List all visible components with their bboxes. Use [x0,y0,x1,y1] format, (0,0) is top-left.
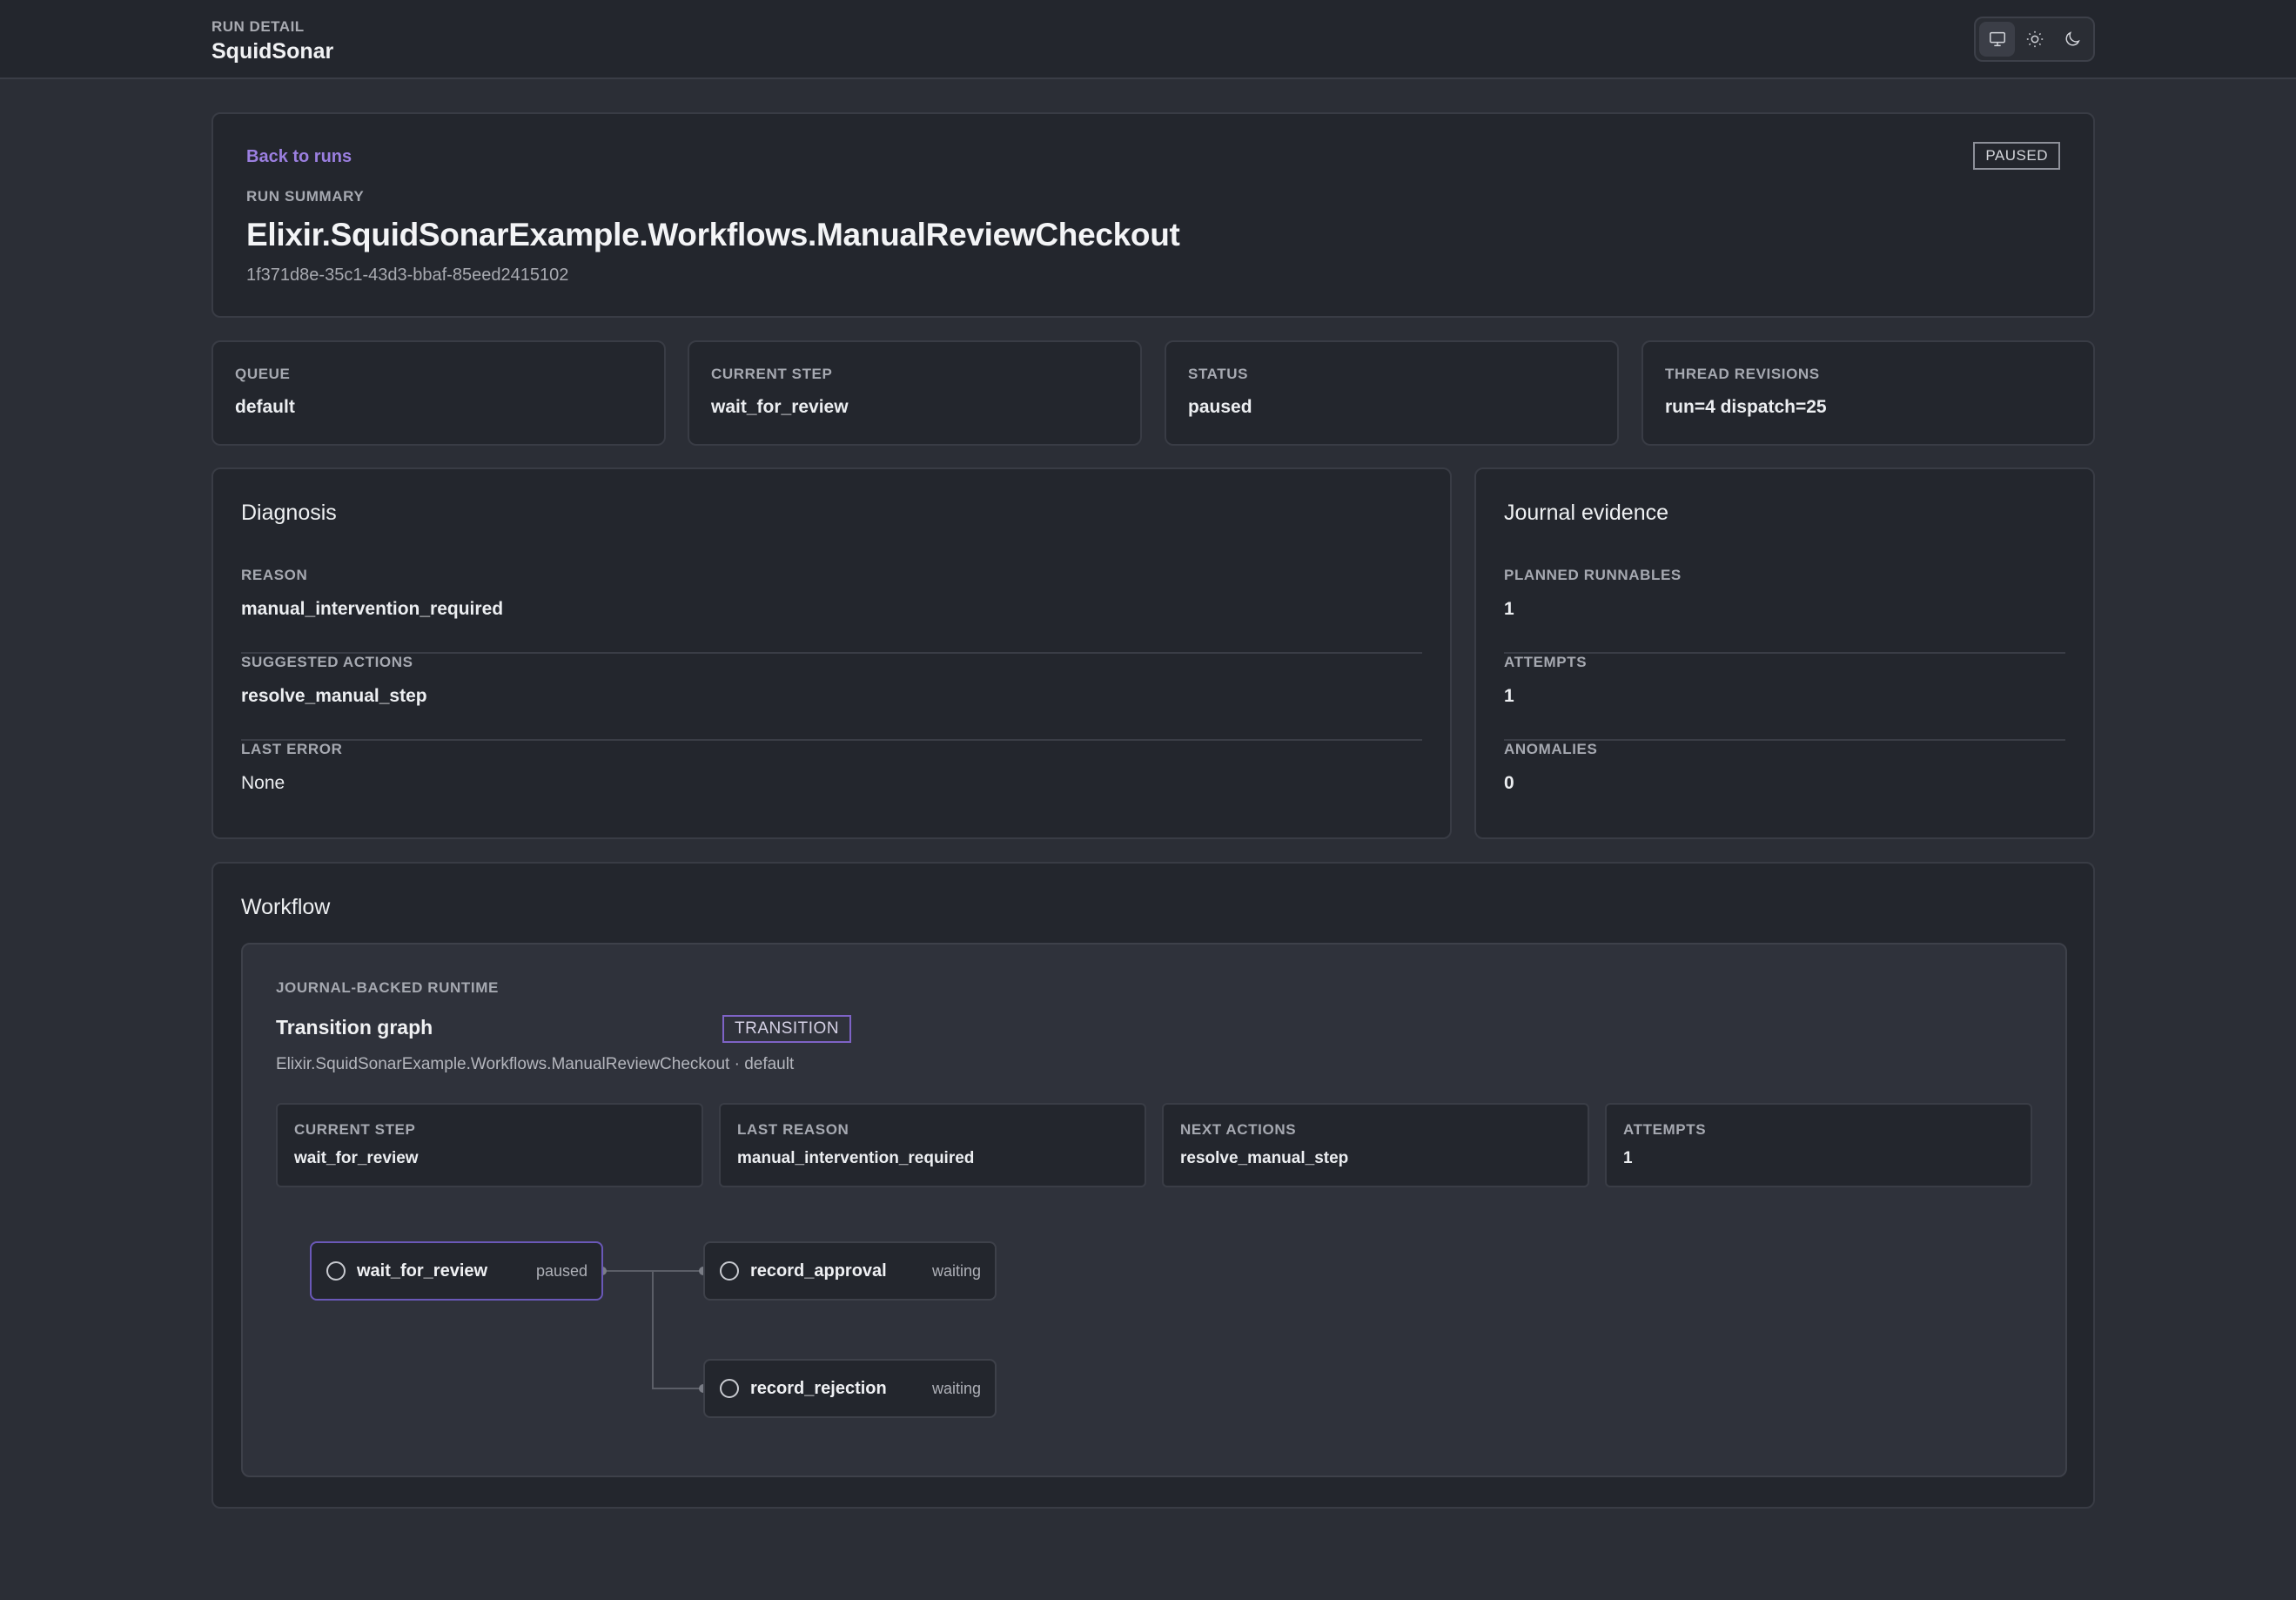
diagnosis-suggested-actions: SUGGESTED ACTIONS resolve_manual_step [241,654,1422,741]
field-value: None [241,773,285,793]
stat-value: default [235,397,295,417]
step-status-icon [326,1261,346,1281]
journal-evidence-card: Journal evidence PLANNED RUNNABLES 1 ATT… [1474,467,2095,839]
field-label: LAST ERROR [241,741,343,757]
node-name: record_rejection [750,1378,887,1398]
stat-label: QUEUE [235,366,291,382]
workflow-stat-next-actions: NEXT ACTIONS resolve_manual_step [1162,1103,1589,1187]
journal-attempts: ATTEMPTS 1 [1504,654,2065,741]
run-summary-card: Back to runs RUN SUMMARY Elixir.SquidSon… [211,112,2095,318]
stat-label: THREAD REVISIONS [1665,366,1820,382]
workflow-title: Workflow [241,895,331,919]
diagnosis-card: Diagnosis REASON manual_intervention_req… [211,467,1452,839]
edge-to-record-rejection [652,1271,703,1389]
field-value: 1 [1504,686,1514,706]
transition-graph-panel: JOURNAL-BACKED RUNTIME Transition graph … [241,943,2067,1477]
stat-value: run=4 dispatch=25 [1665,397,1827,417]
graph-node-record-approval[interactable]: record_approval waiting [703,1241,997,1301]
node-state: waiting [931,1379,981,1397]
diagnosis-title: Diagnosis [241,501,337,525]
journal-title: Journal evidence [1504,501,1669,525]
workflow-stat-attempts: ATTEMPTS 1 [1605,1103,2032,1187]
stat-card-thread-revisions: THREAD REVISIONS run=4 dispatch=25 [1641,340,2095,446]
app-title: SquidSonar [211,39,334,64]
status-badge: PAUSED [1973,142,2060,170]
step-status-icon [720,1379,739,1398]
field-label: PLANNED RUNNABLES [1504,567,1682,583]
theme-toggle [1974,17,2095,62]
workflow-card: Workflow JOURNAL-BACKED RUNTIME Transiti… [211,862,2095,1509]
stat-card-queue: QUEUE default [211,340,666,446]
stat-card-status: STATUS paused [1165,340,1619,446]
stat-label: CURRENT STEP [711,366,833,382]
monitor-icon [1989,31,2005,47]
diagnosis-last-error: LAST ERROR None [241,741,1422,828]
journal-planned-runnables: PLANNED RUNNABLES 1 [1504,567,2065,654]
graph-node-wait-for-review[interactable]: wait_for_review paused [310,1241,603,1301]
field-label: REASON [241,567,308,583]
field-label: ANOMALIES [1504,741,1598,757]
field-label: ATTEMPTS [1504,654,1588,670]
diagnosis-reason: REASON manual_intervention_required [241,567,1422,654]
run-summary-label: RUN SUMMARY [246,188,365,205]
step-status-icon [720,1261,739,1281]
field-value: 1 [1504,599,1514,619]
node-name: wait_for_review [357,1261,488,1281]
field-value: manual_intervention_required [241,599,504,619]
run-id: 1f371d8e-35c1-43d3-bbaf-85eed2415102 [246,266,569,285]
journal-anomalies: ANOMALIES 0 [1504,741,2065,828]
field-value: 0 [1504,773,1514,793]
node-name: record_approval [750,1261,887,1281]
theme-dark-button[interactable] [2054,22,2090,57]
run-title: Elixir.SquidSonarExample.Workflows.Manua… [246,217,1180,252]
node-state: paused [535,1261,587,1280]
stat-label: STATUS [1188,366,1249,382]
field-value: resolve_manual_step [241,686,427,706]
theme-light-button[interactable] [2017,22,2052,57]
stat-value: paused [1188,397,1252,417]
sun-icon [2026,30,2043,48]
stat-value: wait_for_review [711,397,849,417]
page-eyebrow: RUN DETAIL [211,18,305,35]
stat-label: ATTEMPTS [1623,1121,1707,1138]
node-state: waiting [931,1261,981,1280]
graph-node-record-rejection[interactable]: record_rejection waiting [703,1359,997,1418]
field-label: SUGGESTED ACTIONS [241,654,413,670]
back-to-runs-link[interactable]: Back to runs [246,147,352,167]
stat-card-current-step: CURRENT STEP wait_for_review [688,340,1142,446]
stat-label: NEXT ACTIONS [1180,1121,1297,1138]
moon-icon [2065,31,2080,46]
stat-value: resolve_manual_step [1180,1149,1349,1167]
top-bar: RUN DETAIL SquidSonar [0,0,2296,79]
theme-system-button[interactable] [1979,22,2015,57]
stat-value: 1 [1623,1149,1633,1167]
